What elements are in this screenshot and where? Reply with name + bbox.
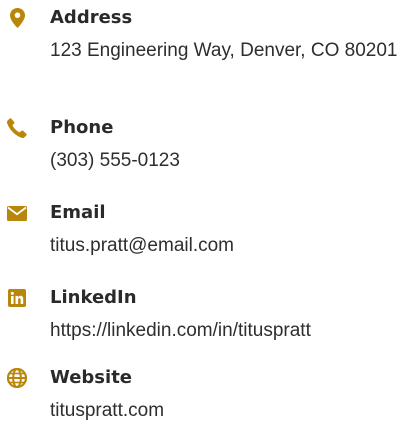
- address-label: Address: [50, 7, 133, 28]
- contact-item-address: Address 123 Engineering Way, Denver, CO …: [0, 3, 403, 98]
- address-value: 123 Engineering Way, Denver, CO 80201: [50, 40, 398, 61]
- linkedin-icon: [7, 288, 27, 308]
- contact-item-email: Email titus.pratt@email.com: [0, 198, 403, 268]
- email-label: Email: [50, 202, 106, 223]
- contact-item-website: Website tituspratt.com: [0, 363, 403, 421]
- globe-icon: [7, 368, 27, 388]
- phone-label: Phone: [50, 117, 114, 138]
- contact-item-phone: Phone (303) 555-0123: [0, 113, 403, 183]
- phone-icon: [7, 118, 27, 138]
- map-marker-icon: [7, 8, 27, 28]
- linkedin-label: LinkedIn: [50, 287, 137, 308]
- email-link[interactable]: titus.pratt@email.com: [50, 230, 400, 261]
- website-label: Website: [50, 367, 133, 388]
- envelope-icon: [7, 203, 27, 223]
- linkedin-link[interactable]: https://linkedin.com/in/tituspratt: [50, 315, 400, 346]
- phone-link[interactable]: (303) 555-0123: [50, 145, 400, 176]
- website-link[interactable]: tituspratt.com: [50, 395, 400, 426]
- contact-item-linkedin: LinkedIn https://linkedin.com/in/tituspr…: [0, 283, 403, 353]
